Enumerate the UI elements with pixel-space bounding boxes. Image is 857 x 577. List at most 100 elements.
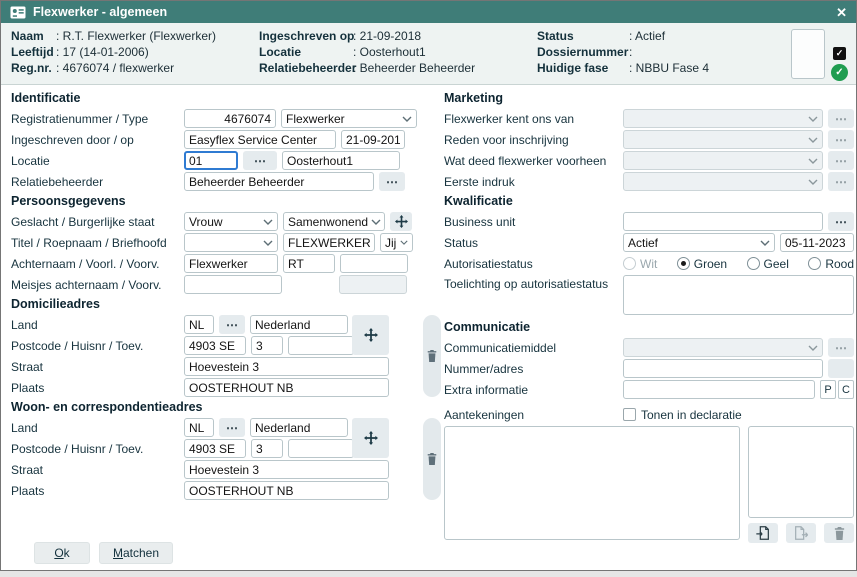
p-button[interactable]: P	[820, 380, 836, 399]
land-code-input[interactable]	[184, 315, 214, 334]
move-address-button[interactable]	[352, 418, 389, 458]
label-nummer-adres: Nummer/adres	[444, 362, 618, 376]
communicatiemiddel-lookup-button[interactable]: ⋯	[828, 338, 854, 357]
relatiebeheerder-input[interactable]	[184, 172, 374, 191]
matchen-button[interactable]: Matchen	[99, 542, 173, 564]
straat-input[interactable]	[184, 357, 389, 376]
export-note-button[interactable]	[786, 523, 816, 543]
radio-rood[interactable]: Rood	[808, 257, 854, 271]
reden-inschrijving-lookup-button[interactable]: ⋯	[828, 130, 854, 149]
section-title-domicilieadres: Domicilieadres	[11, 298, 441, 311]
status-select[interactable]: Actief	[623, 233, 775, 252]
toelichting-textarea[interactable]	[623, 275, 854, 315]
label-communicatiemiddel: Communicatiemiddel	[444, 341, 618, 355]
c-button[interactable]: C	[838, 380, 854, 399]
radio-geel[interactable]: Geel	[747, 257, 789, 271]
communicatiemiddel-select[interactable]	[623, 338, 823, 357]
woon-straat-input[interactable]	[184, 460, 389, 479]
ingeschreven-door-input[interactable]	[184, 130, 336, 149]
import-note-button[interactable]	[748, 523, 778, 543]
delete-address-button[interactable]	[423, 418, 441, 500]
header-summary: Naam R.T. Flexwerker (Flexwerker) Ingesc…	[1, 23, 856, 85]
kent-ons-van-lookup-button[interactable]: ⋯	[828, 109, 854, 128]
voorvoegsel-input[interactable]	[340, 254, 408, 273]
flexwerker-dialog: Flexwerker - algemeen ✕ Naam R.T. Flexwe…	[0, 0, 857, 571]
delete-note-button[interactable]	[824, 523, 854, 543]
label-land: Land	[11, 421, 179, 435]
meisjesnaam-input[interactable]	[184, 275, 282, 294]
land-naam-input[interactable]	[250, 315, 348, 334]
label-status: Status	[444, 236, 618, 250]
woon-huisnr-input[interactable]	[251, 439, 283, 458]
label-autorisatiestatus: Autorisatiestatus	[444, 257, 618, 271]
voorheen-lookup-button[interactable]: ⋯	[828, 151, 854, 170]
registratienummer-input[interactable]	[184, 109, 276, 128]
woon-toevoeging-input[interactable]	[288, 439, 354, 458]
locatie-naam-input[interactable]	[282, 151, 400, 170]
header-value-ingeschreven-op: 21-09-2018	[353, 29, 537, 43]
move-address-button[interactable]	[352, 315, 389, 355]
postcode-input[interactable]	[184, 336, 246, 355]
aantekeningen-textarea[interactable]	[444, 426, 740, 540]
relatiebeheerder-lookup-button[interactable]: ⋯	[379, 172, 405, 191]
toevoeging-input[interactable]	[288, 336, 354, 355]
header-label-ingeschreven-op: Ingeschreven op	[259, 29, 353, 43]
domicilieadres-block: Land ⋯ Postcode / Huisnr / Toev. Straat	[11, 315, 441, 397]
eerste-indruk-lookup-button[interactable]: ⋯	[828, 172, 854, 191]
label-kent-ons-van: Flexwerker kent ons van	[444, 112, 618, 126]
voorheen-select[interactable]	[623, 151, 823, 170]
trash-icon	[426, 452, 438, 466]
roepnaam-input[interactable]	[283, 233, 375, 252]
type-select[interactable]: Flexwerker	[281, 109, 417, 128]
business-unit-input[interactable]	[623, 212, 823, 231]
briefhoofd-select[interactable]: Jij	[380, 233, 413, 252]
burgerlijke-staat-select[interactable]: Samenwonend	[283, 212, 385, 231]
reden-inschrijving-select[interactable]	[623, 130, 823, 149]
move-fields-button[interactable]	[390, 212, 412, 231]
woon-land-lookup-button[interactable]: ⋯	[219, 418, 245, 437]
tonen-in-declaratie-checkbox[interactable]	[623, 408, 636, 421]
chevron-down-icon	[808, 179, 818, 185]
footer-buttons: Ok Matchen	[34, 542, 173, 564]
chevron-down-icon	[808, 345, 818, 351]
land-lookup-button[interactable]: ⋯	[219, 315, 245, 334]
label-eerste-indruk: Eerste indruk	[444, 175, 618, 189]
eerste-indruk-select[interactable]	[623, 172, 823, 191]
label-geslacht-burgerlijke-staat: Geslacht / Burgerlijke staat	[11, 215, 179, 229]
titlebar: Flexwerker - algemeen ✕	[1, 1, 856, 23]
label-tonen-in-declaratie: Tonen in declaratie	[641, 408, 742, 422]
woon-postcode-input[interactable]	[184, 439, 246, 458]
status-ok-icon: ✓	[831, 64, 848, 81]
close-icon[interactable]: ✕	[836, 6, 847, 19]
move-icon	[364, 431, 378, 445]
woon-land-code-input[interactable]	[184, 418, 214, 437]
voorletters-input[interactable]	[283, 254, 335, 273]
delete-address-button[interactable]	[423, 315, 441, 397]
locatie-lookup-button[interactable]: ⋯	[243, 151, 277, 170]
trash-icon	[426, 349, 438, 363]
section-title-kwalificatie: Kwalificatie	[444, 195, 854, 208]
status-datum-input[interactable]	[780, 233, 854, 252]
label-plaats: Plaats	[11, 381, 179, 395]
header-value-naam: R.T. Flexwerker (Flexwerker)	[56, 29, 259, 43]
label-postcode-huisnr-toev: Postcode / Huisnr / Toev.	[11, 442, 179, 456]
achternaam-input[interactable]	[184, 254, 278, 273]
woon-plaats-input[interactable]	[184, 481, 389, 500]
geslacht-select[interactable]: Vrouw	[184, 212, 278, 231]
ok-button[interactable]: Ok	[34, 542, 90, 564]
plaats-input[interactable]	[184, 378, 389, 397]
label-ingeschreven-door-op: Ingeschreven door / op	[11, 133, 179, 147]
business-unit-lookup-button[interactable]: ⋯	[828, 212, 854, 231]
radio-wit: Wit	[623, 257, 657, 271]
huisnr-input[interactable]	[251, 336, 283, 355]
titel-select[interactable]	[184, 233, 278, 252]
nummer-adres-input[interactable]	[623, 359, 823, 378]
ingeschreven-op-input[interactable]	[341, 130, 405, 149]
header-label-regnr: Reg.nr.	[11, 61, 56, 75]
locatie-code-input[interactable]	[184, 151, 238, 170]
move-icon	[395, 215, 408, 228]
radio-groen[interactable]: Groen	[677, 257, 727, 271]
extra-informatie-input[interactable]	[623, 380, 815, 399]
kent-ons-van-select[interactable]	[623, 109, 823, 128]
woon-land-naam-input[interactable]	[250, 418, 348, 437]
